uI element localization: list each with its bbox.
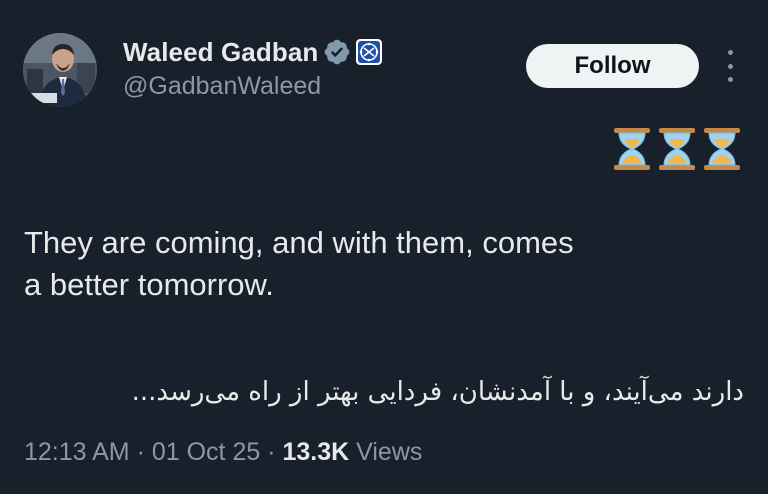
verified-badge-icon[interactable] xyxy=(324,39,350,65)
hourglass-emoji-row xyxy=(612,126,742,172)
tweet-text-line: a better tomorrow. xyxy=(24,267,274,302)
tweet-text-persian: دارند می‌آیند، و با آمدنشان، فردایی بهتر… xyxy=(131,377,744,407)
author-display-name[interactable]: Waleed Gadban xyxy=(123,37,318,68)
hourglass-icon xyxy=(614,128,650,170)
tweet-text-english: They are coming, and with them, comes a … xyxy=(24,222,724,306)
more-options-icon[interactable] xyxy=(719,50,741,82)
hourglass-icon xyxy=(659,128,695,170)
more-dot xyxy=(727,63,733,69)
more-dot xyxy=(727,50,733,55)
affiliation-badge-icon[interactable] xyxy=(356,39,383,65)
hourglass-icon xyxy=(704,128,740,170)
follow-button[interactable]: Follow xyxy=(526,44,699,88)
more-dot xyxy=(727,77,733,82)
views-count[interactable]: 13.3K xyxy=(282,438,349,466)
tweet-meta: 12:13 AM · 01 Oct 25 · 13.3K Views xyxy=(24,438,422,467)
meta-separator: · xyxy=(129,438,152,466)
author-handle[interactable]: @GadbanWaleed xyxy=(123,72,321,101)
tweet-time[interactable]: 12:13 AM xyxy=(24,438,130,466)
tweet-text-line: They are coming, and with them, comes xyxy=(24,225,574,260)
meta-separator: · xyxy=(260,438,283,466)
avatar[interactable] xyxy=(23,33,97,107)
avatar-photo xyxy=(23,33,97,107)
views-label: Views xyxy=(349,438,423,466)
tweet-date[interactable]: 01 Oct 25 xyxy=(152,438,260,466)
author-name-row: Waleed Gadban xyxy=(123,35,383,69)
